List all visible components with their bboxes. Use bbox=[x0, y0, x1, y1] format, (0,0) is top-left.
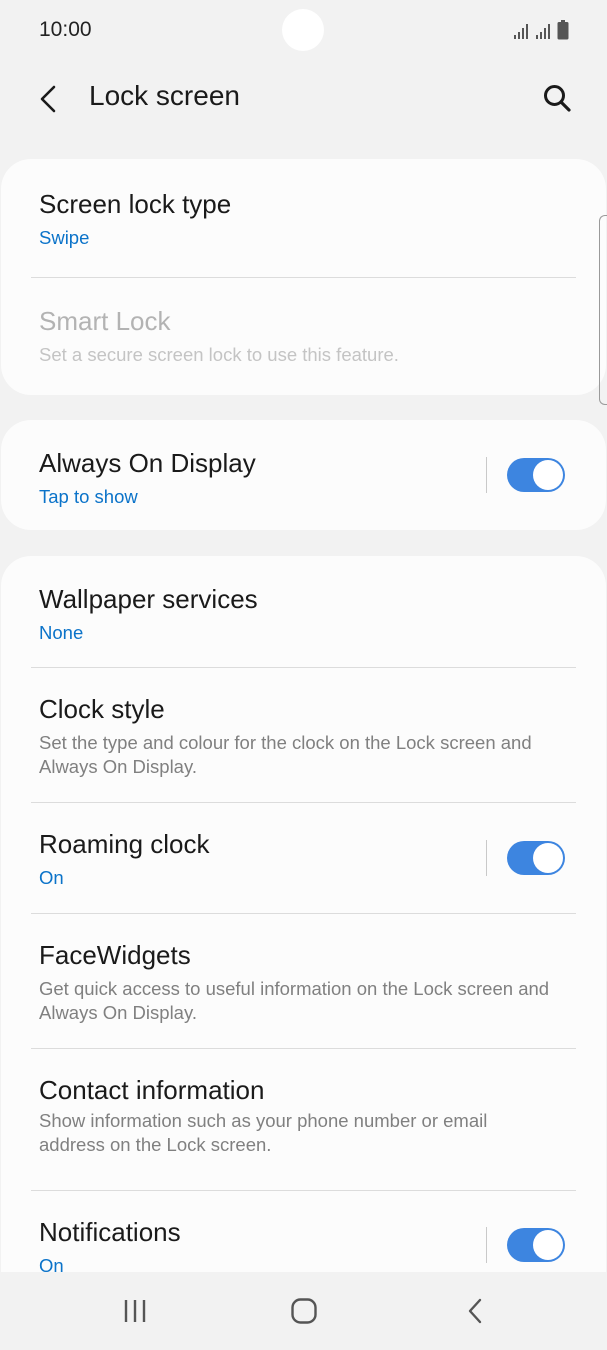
setting-description: Set a secure screen lock to use this fea… bbox=[39, 344, 399, 365]
vertical-separator bbox=[486, 840, 487, 876]
search-button[interactable] bbox=[533, 74, 581, 122]
always-on-display-toggle[interactable] bbox=[507, 458, 565, 492]
setting-title: Wallpaper services bbox=[39, 584, 258, 614]
back-icon bbox=[40, 85, 56, 113]
roaming-clock-toggle[interactable] bbox=[507, 841, 565, 875]
setting-subtitle: Swipe bbox=[39, 227, 90, 248]
recent-apps-icon bbox=[124, 1300, 146, 1322]
page-title: Lock screen bbox=[89, 80, 240, 111]
back-nav-icon bbox=[468, 1298, 482, 1324]
setting-title: Clock style bbox=[39, 694, 165, 724]
signal-icon bbox=[514, 24, 528, 39]
search-icon bbox=[544, 85, 571, 112]
toggle-knob bbox=[533, 460, 563, 490]
notifications-toggle[interactable] bbox=[507, 1228, 565, 1262]
settings-card-customization: Wallpaper services None Clock style Set … bbox=[1, 556, 606, 1296]
setting-always-on-display[interactable]: Always On Display Tap to show bbox=[1, 420, 606, 530]
front-camera-cutout bbox=[282, 9, 324, 51]
setting-description: Set the type and colour for the clock on… bbox=[39, 732, 532, 777]
setting-title: Contact information bbox=[39, 1075, 265, 1105]
setting-title: Always On Display bbox=[39, 448, 256, 478]
setting-clock-style[interactable]: Clock style Set the type and colour for … bbox=[1, 668, 606, 802]
setting-subtitle: On bbox=[39, 867, 64, 888]
home-icon bbox=[291, 1298, 317, 1324]
settings-card-aod: Always On Display Tap to show bbox=[1, 420, 606, 530]
setting-title: Notifications bbox=[39, 1217, 181, 1247]
settings-card-security: Screen lock type Swipe Smart Lock Set a … bbox=[1, 159, 606, 395]
setting-description: Get quick access to useful information o… bbox=[39, 978, 550, 1023]
toggle-knob bbox=[533, 843, 563, 873]
setting-contact-information[interactable]: Contact information Show information suc… bbox=[1, 1049, 606, 1190]
vertical-separator bbox=[486, 457, 487, 493]
recent-apps-button[interactable] bbox=[110, 1288, 160, 1334]
setting-smart-lock: Smart Lock Set a secure screen lock to u… bbox=[1, 278, 606, 395]
setting-roaming-clock[interactable]: Roaming clock On bbox=[1, 803, 606, 913]
scrollbar[interactable] bbox=[599, 215, 607, 405]
battery-icon bbox=[557, 20, 569, 40]
setting-facewidgets[interactable]: FaceWidgets Get quick access to useful i… bbox=[1, 914, 606, 1048]
status-time: 10:00 bbox=[39, 18, 92, 41]
setting-title: Smart Lock bbox=[39, 306, 171, 336]
app-bar: Lock screen bbox=[0, 62, 607, 134]
home-button[interactable] bbox=[279, 1288, 329, 1334]
back-nav-button[interactable] bbox=[450, 1288, 500, 1334]
status-icons bbox=[513, 20, 569, 40]
vertical-separator bbox=[486, 1227, 487, 1263]
back-button[interactable] bbox=[26, 76, 72, 122]
setting-subtitle: Tap to show bbox=[39, 486, 138, 507]
setting-subtitle: None bbox=[39, 622, 84, 643]
setting-title: Screen lock type bbox=[39, 189, 232, 219]
status-bar: 10:00 bbox=[0, 0, 607, 62]
toggle-knob bbox=[533, 1230, 563, 1260]
navigation-bar bbox=[0, 1272, 607, 1350]
setting-title: Roaming clock bbox=[39, 829, 210, 859]
signal-icon-2 bbox=[536, 24, 550, 39]
setting-wallpaper-services[interactable]: Wallpaper services None bbox=[1, 556, 606, 667]
setting-description: Show information such as your phone numb… bbox=[39, 1110, 488, 1155]
setting-screen-lock-type[interactable]: Screen lock type Swipe bbox=[1, 159, 606, 277]
setting-title: FaceWidgets bbox=[39, 940, 191, 970]
